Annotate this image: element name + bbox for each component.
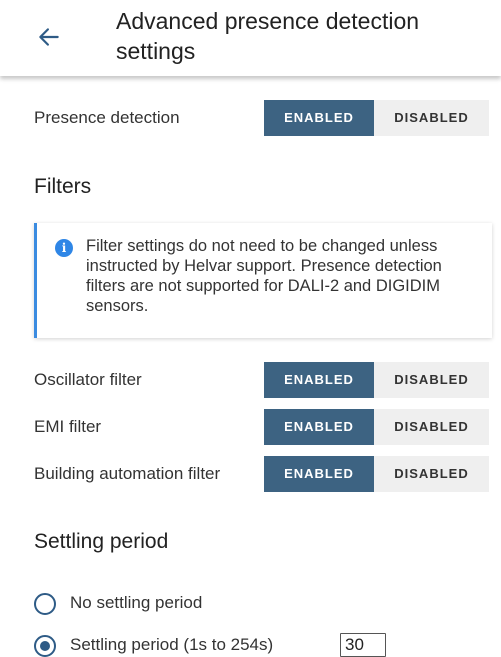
emi-filter-toggle: ENABLED DISABLED <box>264 409 489 445</box>
oscillator-filter-enabled-button[interactable]: ENABLED <box>264 362 374 398</box>
radio-selected-dot <box>40 641 50 651</box>
filters-heading: Filters <box>34 175 92 198</box>
app-header: Advanced presence detection settings <box>0 0 501 76</box>
building-automation-filter-disabled-button[interactable]: DISABLED <box>374 456 489 492</box>
building-automation-filter-toggle: ENABLED DISABLED <box>264 456 489 492</box>
oscillator-filter-toggle: ENABLED DISABLED <box>264 362 489 398</box>
building-automation-filter-row: Building automation filter ENABLED DISAB… <box>0 456 501 492</box>
no-settling-period-label: No settling period <box>70 593 203 612</box>
arrow-left-icon[interactable] <box>36 24 62 50</box>
settings-page: Advanced presence detection settings Pre… <box>0 0 501 657</box>
emi-filter-enabled-button[interactable]: ENABLED <box>264 409 374 445</box>
settling-period-input[interactable] <box>340 633 386 657</box>
page-title: Advanced presence detection settings <box>116 8 420 64</box>
settling-period-heading: Settling period <box>34 530 169 553</box>
presence-detection-row: Presence detection ENABLED DISABLED <box>0 100 501 136</box>
oscillator-filter-label: Oscillator filter <box>34 370 142 389</box>
building-automation-filter-enabled-button[interactable]: ENABLED <box>264 456 374 492</box>
presence-detection-label: Presence detection <box>34 108 180 127</box>
settling-period-option: Settling period (1s to 254s) <box>34 633 474 657</box>
building-automation-filter-label: Building automation filter <box>34 464 221 483</box>
settling-period-label: Settling period (1s to 254s) <box>70 635 274 654</box>
emi-filter-label: EMI filter <box>34 417 102 436</box>
presence-detection-enabled-button[interactable]: ENABLED <box>264 100 374 136</box>
emi-filter-row: EMI filter ENABLED DISABLED <box>0 409 501 445</box>
presence-detection-disabled-button[interactable]: DISABLED <box>374 100 489 136</box>
settling-period-radio[interactable] <box>34 635 56 657</box>
info-icon: i <box>55 239 73 257</box>
no-settling-period-radio[interactable] <box>34 593 56 615</box>
filters-info-text: Filter settings do not need to be change… <box>86 237 442 315</box>
presence-detection-toggle: ENABLED DISABLED <box>264 100 489 136</box>
emi-filter-disabled-button[interactable]: DISABLED <box>374 409 489 445</box>
oscillator-filter-disabled-button[interactable]: DISABLED <box>374 362 489 398</box>
filters-info-box: i Filter settings do not need to be chan… <box>34 223 492 338</box>
oscillator-filter-row: Oscillator filter ENABLED DISABLED <box>0 362 501 398</box>
no-settling-period-option: No settling period <box>34 591 474 617</box>
